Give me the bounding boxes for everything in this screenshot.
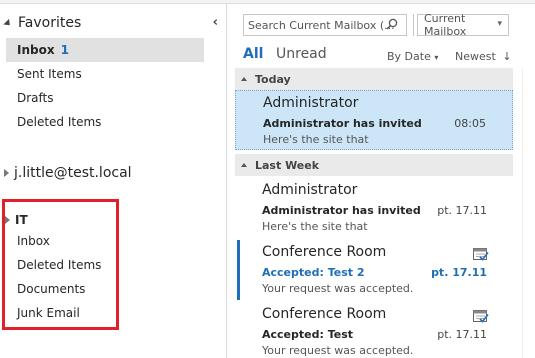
chevron-down-icon: ▾ (434, 53, 439, 62)
filter-unread-tab[interactable]: Unread (276, 46, 327, 62)
message-date: pt. 17.11 (437, 204, 487, 217)
message-date: pt. 17.11 (431, 266, 487, 279)
collapse-arrow-icon[interactable] (241, 163, 247, 167)
message-preview: Here's the site that (263, 133, 369, 146)
group-header-last-week[interactable]: Last Week (235, 154, 513, 176)
favorite-deleted-items-label: Deleted Items (17, 115, 102, 129)
it-folder-inbox[interactable]: Inbox (17, 230, 50, 252)
filter-all-tab[interactable]: All (243, 46, 263, 62)
message-subject: Accepted: Test (262, 328, 354, 341)
message-sender: Administrator (263, 95, 359, 111)
collapsed-arrow-icon[interactable] (4, 169, 9, 177)
search-scope-label: Current Mailbox (424, 12, 467, 38)
message-preview: Your request was accepted. (262, 282, 414, 295)
favorite-inbox-label: Inbox (17, 43, 55, 57)
it-folder-deleted-items[interactable]: Deleted Items (17, 254, 101, 276)
message-preview: Your request was accepted. (262, 344, 414, 357)
favorite-sent-items[interactable]: Sent Items (6, 62, 204, 86)
unread-count-badge: 1 (60, 43, 69, 57)
account-node[interactable]: j.little@test.local (4, 162, 132, 184)
message-date: 08:05 (454, 117, 486, 130)
group-header-today[interactable]: Today (235, 68, 513, 90)
favorite-inbox[interactable]: Inbox 1 (6, 38, 204, 62)
shared-folder-title: IT (15, 213, 28, 227)
it-folder-label: Deleted Items (17, 258, 102, 272)
it-folder-label: Inbox (17, 234, 50, 248)
collapsed-arrow-icon[interactable] (5, 216, 10, 224)
meeting-response-icon (473, 248, 489, 261)
account-label: j.little@test.local (14, 165, 132, 181)
message-subject: Accepted: Test 2 (262, 266, 365, 279)
sort-order-toggle[interactable]: Newest ↓ (455, 50, 512, 63)
shared-folder-it[interactable]: IT (5, 211, 28, 229)
message-subject: Administrator has invited y... (263, 117, 423, 130)
message-item[interactable]: Administrator Administrator has invited … (235, 178, 513, 238)
expand-arrow-icon[interactable] (3, 18, 13, 28)
it-folder-junk-email[interactable]: Junk Email (17, 302, 80, 324)
collapse-arrow-icon[interactable] (241, 77, 247, 81)
unread-indicator (237, 240, 240, 300)
message-item[interactable]: Administrator Administrator has invited … (235, 90, 513, 150)
group-label: Today (255, 72, 291, 86)
message-date: pt. 17.11 (437, 328, 487, 341)
favorite-sent-items-label: Sent Items (17, 67, 82, 81)
collapse-pane-icon[interactable]: ‹ (213, 15, 218, 30)
message-item[interactable]: Conference Room Accepted: Test 2 pt. 17.… (235, 240, 513, 300)
search-divider (413, 14, 414, 36)
message-list: Today Administrator Administrator has in… (235, 68, 513, 358)
meeting-response-icon (473, 310, 489, 323)
favorite-drafts-label: Drafts (17, 91, 54, 105)
search-icon[interactable] (386, 18, 398, 30)
message-list-pane: Search Current Mailbox (... Current Mail… (227, 4, 535, 358)
it-folder-documents[interactable]: Documents (17, 278, 85, 300)
sort-order-label: Newest (455, 50, 496, 63)
message-subject: Administrator has invited y... (262, 204, 422, 217)
message-sender: Administrator (262, 182, 358, 198)
search-placeholder: Search Current Mailbox (... (248, 18, 395, 32)
message-sender: Conference Room (262, 244, 387, 260)
folder-pane: Favorites ‹ Inbox 1 Sent Items Drafts Del… (0, 4, 226, 358)
favorites-title: Favorites (18, 15, 82, 31)
search-input[interactable]: Search Current Mailbox (... (243, 14, 407, 36)
message-list-scrollbar[interactable] (522, 68, 535, 358)
message-preview: Here's the site that (262, 220, 368, 233)
message-sender: Conference Room (262, 306, 387, 322)
favorite-drafts[interactable]: Drafts (6, 86, 204, 110)
arrow-down-icon: ↓ (502, 50, 512, 63)
sort-by-dropdown[interactable]: By Date ▾ (387, 50, 438, 63)
search-scope-dropdown[interactable]: Current Mailbox ▾ (417, 12, 509, 38)
it-folder-label: Junk Email (17, 306, 80, 320)
favorites-header[interactable]: Favorites ‹ (3, 12, 218, 34)
sort-by-label: By Date (387, 50, 431, 63)
chevron-down-icon: ▾ (497, 19, 502, 29)
favorite-deleted-items[interactable]: Deleted Items (6, 110, 204, 134)
group-label: Last Week (255, 158, 320, 172)
message-item[interactable]: Conference Room Accepted: Test pt. 17.11… (235, 302, 513, 358)
it-folder-label: Documents (17, 282, 86, 296)
